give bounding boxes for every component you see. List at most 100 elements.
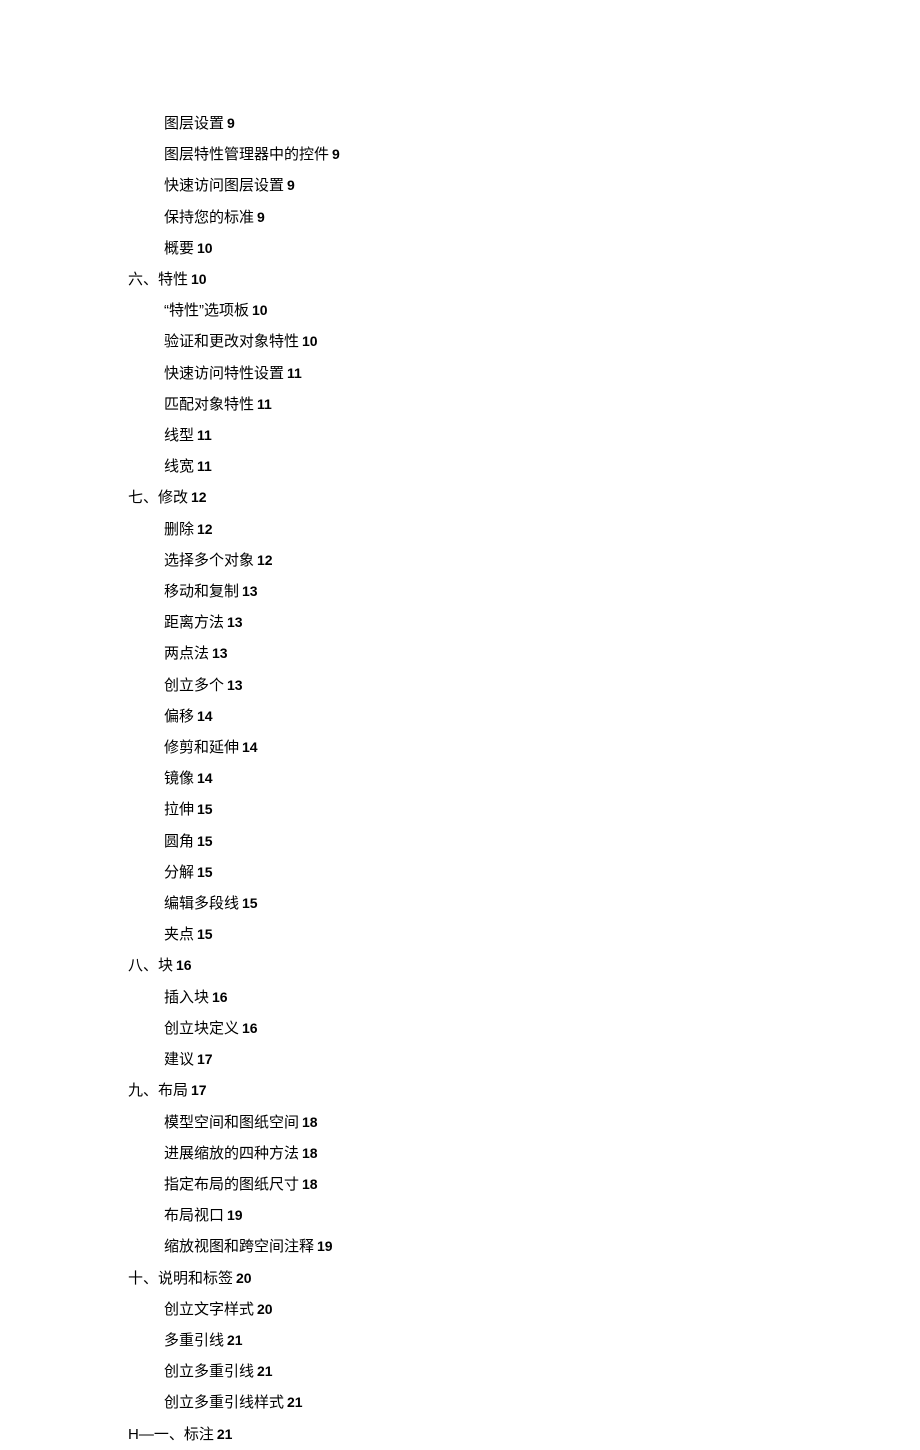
toc-entry: 分解15 [164,857,920,888]
toc-entry-page: 16 [176,957,192,973]
toc-entry: 线宽11 [164,451,920,482]
toc-entry: 指定布局的图纸尺寸18 [164,1169,920,1200]
toc-entry: 图层特性管理器中的控件9 [164,139,920,170]
toc-entry-page: 15 [197,801,213,817]
toc-entry-page: 12 [191,489,207,505]
toc-entry-page: 11 [197,458,212,474]
toc-entry-page: 12 [197,521,213,537]
toc-entry-title: 移动和复制 [164,583,239,600]
toc-entry-page: 9 [227,115,235,131]
toc-entry: 线型11 [164,420,920,451]
toc-entry-title: 夹点 [164,926,194,943]
toc-entry: 编辑多段线15 [164,888,920,919]
toc-entry-page: 15 [197,926,213,942]
toc-entry-title: 创立多重引线 [164,1363,254,1380]
toc-entry-page: 10 [197,240,213,256]
toc-entry-title: 修剪和延伸 [164,739,239,756]
toc-entry: 修剪和延伸14 [164,732,920,763]
toc-entry-page: 13 [227,677,243,693]
toc-entry: 创立块定义16 [164,1013,920,1044]
toc-entry-page: 14 [242,739,258,755]
toc-entry-page: 21 [227,1332,243,1348]
toc-entry-page: 15 [197,864,213,880]
toc-entry-page: 21 [257,1363,273,1379]
toc-entry-title: 创立多重引线样式 [164,1394,284,1411]
toc-entry: 十、说明和标签20 [128,1263,920,1294]
toc-entry-page: 14 [197,708,213,724]
toc-entry: 快速访问特性设置11 [164,358,920,389]
toc-entry-title: H—一、标注 [128,1426,214,1443]
toc-entry-page: 21 [287,1394,303,1410]
toc-entry: 缩放视图和跨空间注释19 [164,1231,920,1262]
toc-entry-title: 进展缩放的四种方法 [164,1145,299,1162]
toc-entry-title: 指定布局的图纸尺寸 [164,1176,299,1193]
toc-entry-title: 概要 [164,240,194,257]
toc-entry: 删除12 [164,514,920,545]
toc-entry: 夹点15 [164,919,920,950]
toc-entry-title: 匹配对象特性 [164,396,254,413]
toc-entry: 拉伸15 [164,794,920,825]
toc-entry-page: 21 [217,1426,233,1442]
toc-entry: 图层设置9 [164,108,920,139]
toc-entry-page: 16 [242,1020,258,1036]
toc-entry-title: 选择多个对象 [164,552,254,569]
toc-entry: 插入块16 [164,982,920,1013]
toc-entry-page: 15 [197,833,213,849]
toc-entry: 建议17 [164,1044,920,1075]
toc-entry-title: 两点法 [164,645,209,662]
toc-entry-page: 18 [302,1114,318,1130]
toc-entry-title: 创立块定义 [164,1020,239,1037]
toc-entry: 创立文字样式20 [164,1294,920,1325]
toc-entry: 六、特性10 [128,264,920,295]
toc-entry-title: 布局视口 [164,1207,224,1224]
toc-entry-page: 12 [257,552,273,568]
toc-entry-page: 18 [302,1145,318,1161]
toc-entry: 七、修改12 [128,482,920,513]
toc-entry-title: 建议 [164,1051,194,1068]
toc-entry-page: 15 [242,895,258,911]
toc-entry-title: 插入块 [164,989,209,1006]
toc-entry-title: 拉伸 [164,801,194,818]
toc-entry-page: 10 [252,302,268,318]
toc-entry: 进展缩放的四种方法18 [164,1138,920,1169]
toc-entry-page: 10 [302,333,318,349]
toc-entry-page: 13 [227,614,243,630]
toc-entry-title: 六、特性 [128,271,188,288]
toc-entry-title: 缩放视图和跨空间注释 [164,1238,314,1255]
toc-entry: 距离方法13 [164,607,920,638]
table-of-contents: 图层设置9图层特性管理器中的控件9快速访问图层设置9保持您的标准9概要10六、特… [128,108,920,1450]
toc-entry: H—一、标注21 [128,1419,920,1450]
toc-entry-title: 分解 [164,864,194,881]
toc-entry: 镜像14 [164,763,920,794]
toc-entry: “特性”选项板10 [164,295,920,326]
toc-entry-page: 10 [191,271,207,287]
toc-entry: 模型空间和图纸空间18 [164,1107,920,1138]
toc-entry-page: 18 [302,1176,318,1192]
toc-entry: 创立多个13 [164,670,920,701]
toc-entry-title: 多重引线 [164,1332,224,1349]
toc-entry-title: 九、布局 [128,1082,188,1099]
toc-entry-title: 验证和更改对象特性 [164,333,299,350]
toc-entry: 移动和复制13 [164,576,920,607]
toc-entry-page: 9 [287,177,295,193]
toc-entry: 圆角15 [164,826,920,857]
toc-entry-title: 线宽 [164,458,194,475]
toc-entry-title: 距离方法 [164,614,224,631]
toc-entry-page: 19 [227,1207,243,1223]
toc-entry-page: 9 [257,209,265,225]
toc-entry: 九、布局17 [128,1075,920,1106]
toc-entry-title: 模型空间和图纸空间 [164,1114,299,1131]
toc-entry-title: 八、块 [128,957,173,974]
toc-entry: 快速访问图层设置9 [164,170,920,201]
toc-entry: 保持您的标准9 [164,202,920,233]
toc-entry-page: 20 [236,1270,252,1286]
toc-entry-title: 圆角 [164,833,194,850]
toc-entry-page: 19 [317,1238,333,1254]
toc-entry-page: 11 [257,396,272,412]
toc-entry: 匹配对象特性11 [164,389,920,420]
toc-entry-page: 13 [212,645,228,661]
toc-entry: 八、块16 [128,950,920,981]
toc-entry-page: 20 [257,1301,273,1317]
toc-entry-page: 16 [212,989,228,1005]
toc-entry-title: 偏移 [164,708,194,725]
